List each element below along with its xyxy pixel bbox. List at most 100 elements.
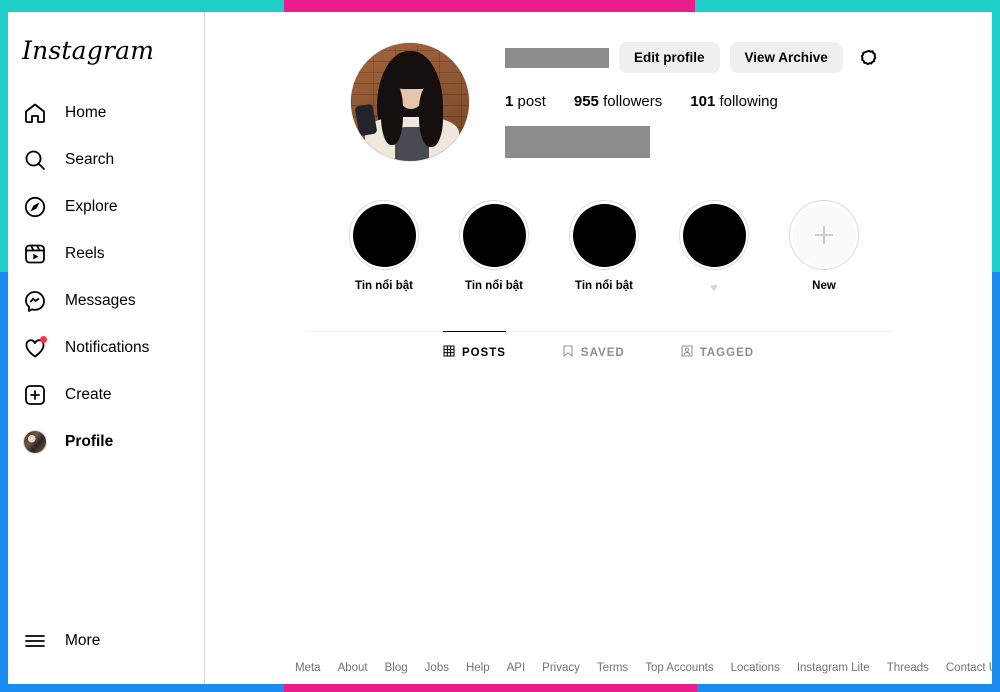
sidebar-item-explore[interactable]: Explore — [8, 183, 204, 230]
stat-followers[interactable]: 955 followers — [574, 93, 662, 110]
footer-link[interactable]: Terms — [597, 662, 628, 674]
stat-following[interactable]: 101 following — [690, 93, 778, 110]
sidebar-item-create[interactable]: Create — [8, 371, 204, 418]
tagged-icon — [681, 345, 693, 360]
sidebar-nav: Home Search Explore Reels Messages Notif… — [8, 89, 204, 617]
tab-tagged[interactable]: TAGGED — [681, 331, 754, 360]
highlight-ring — [569, 200, 639, 270]
home-icon — [22, 100, 48, 126]
footer-link[interactable]: Top Accounts — [645, 662, 713, 674]
story-highlights: Tin nổi bật Tin nổi bật Tin nổi bật ♥ Ne… — [205, 162, 992, 295]
highlight-thumbnail — [572, 203, 636, 267]
highlight-item[interactable]: Tin nổi bật — [345, 200, 423, 295]
footer-link[interactable]: About — [338, 662, 368, 674]
sidebar-more-section: More — [8, 617, 204, 684]
sidebar-item-reels[interactable]: Reels — [8, 230, 204, 277]
highlight-ring — [459, 200, 529, 270]
sidebar-item-label: More — [65, 631, 101, 649]
profile-info-column: Edit profile View Archive 1 post 955 fol… — [505, 34, 992, 162]
sidebar-item-label: Notifications — [65, 338, 150, 356]
stat-followers-value: 955 — [573, 93, 599, 110]
sidebar-item-label: Messages — [65, 291, 136, 309]
profile-tabs: POSTS SAVED TAGGED — [305, 331, 892, 360]
plus-icon — [792, 203, 856, 267]
sidebar-item-label: Reels — [65, 244, 105, 262]
profile-stats: 1 post 955 followers 101 following — [505, 93, 992, 110]
highlight-ring — [679, 200, 749, 270]
search-icon — [22, 147, 48, 173]
tab-label: TAGGED — [699, 346, 755, 359]
highlight-thumbnail — [682, 203, 746, 267]
main-content: Edit profile View Archive 1 post 955 fol… — [205, 12, 992, 684]
instagram-logo[interactable]: Instagram — [8, 12, 204, 65]
highlight-thumbnail — [352, 203, 416, 267]
highlight-item[interactable]: Tin nổi bật — [455, 200, 533, 295]
view-archive-button[interactable]: View Archive — [729, 42, 843, 73]
footer-link[interactable]: Privacy — [542, 662, 580, 674]
heart-icon — [22, 335, 48, 361]
footer-link[interactable]: Instagram Lite — [797, 662, 870, 674]
sidebar-item-notifications[interactable]: Notifications — [8, 324, 204, 371]
border-top-pink-segment — [284, 0, 695, 12]
profile-actions-row: Edit profile View Archive — [505, 42, 992, 73]
profile-avatar[interactable] — [350, 42, 470, 162]
sidebar-item-home[interactable]: Home — [8, 89, 204, 136]
tab-label: SAVED — [580, 346, 625, 359]
sidebar-item-label: Home — [65, 103, 107, 121]
highlight-item[interactable]: ♥ — [675, 200, 753, 295]
hamburger-icon — [22, 628, 48, 654]
notification-badge-dot — [40, 335, 47, 343]
highlight-add-new[interactable]: New — [785, 200, 863, 295]
border-right-blue — [992, 272, 1000, 692]
bio-redacted — [505, 126, 650, 158]
highlight-label: New — [812, 280, 836, 292]
profile-header: Edit profile View Archive 1 post 955 fol… — [205, 12, 992, 360]
profile-header-row: Edit profile View Archive 1 post 955 fol… — [205, 34, 992, 162]
highlight-label: Tin nổi bật — [355, 280, 413, 292]
stat-followers-label: followers — [603, 93, 663, 110]
sidebar-item-label: Create — [65, 385, 112, 403]
footer-link[interactable]: Jobs — [425, 662, 449, 674]
footer-link[interactable]: API — [507, 662, 526, 674]
reels-icon — [22, 241, 48, 267]
footer-link[interactable]: Locations — [731, 662, 780, 674]
messenger-icon — [22, 288, 48, 314]
gear-icon[interactable] — [857, 46, 881, 70]
highlight-item[interactable]: Tin nổi bật — [565, 200, 643, 295]
stat-following-label: following — [719, 93, 778, 110]
instagram-app: Instagram Home Search Explore Reels Mess… — [8, 12, 992, 684]
footer-link[interactable]: Meta — [295, 662, 321, 674]
sidebar-item-label: Search — [65, 150, 115, 168]
profile-avatar-column — [315, 34, 505, 162]
border-right-teal — [992, 0, 1000, 272]
avatar-icon — [22, 429, 48, 455]
tab-posts[interactable]: POSTS — [442, 331, 506, 360]
stat-posts-value: 1 — [505, 93, 514, 110]
edit-profile-button[interactable]: Edit profile — [619, 42, 720, 73]
compass-icon — [22, 194, 48, 220]
username-redacted — [505, 47, 609, 68]
footer-link[interactable]: Blog — [385, 662, 408, 674]
sidebar-item-label: Profile — [65, 432, 114, 450]
highlight-ring — [349, 200, 419, 270]
sidebar-item-messages[interactable]: Messages — [8, 277, 204, 324]
footer-link[interactable]: Threads — [887, 662, 929, 674]
highlight-label: Tin nổi bật — [575, 280, 633, 292]
avatar-hair-right — [419, 85, 443, 147]
bookmark-icon — [562, 345, 574, 360]
sidebar-item-search[interactable]: Search — [8, 136, 204, 183]
stat-following-value: 101 — [690, 93, 716, 110]
grid-icon — [443, 345, 455, 360]
sidebar-item-label: Explore — [65, 197, 118, 215]
footer-links: Meta About Blog Jobs Help API Privacy Te… — [205, 662, 992, 674]
stat-posts[interactable]: 1 post — [505, 93, 546, 110]
border-left-teal — [0, 0, 8, 272]
sidebar-item-more[interactable]: More — [8, 617, 204, 664]
sidebar: Instagram Home Search Explore Reels Mess… — [8, 12, 205, 684]
tab-saved[interactable]: SAVED — [562, 331, 625, 360]
sidebar-item-profile[interactable]: Profile — [8, 418, 204, 465]
highlight-ring — [789, 200, 859, 270]
footer-link[interactable]: Contact Uploading & Non- — [946, 662, 992, 674]
highlight-label: Tin nổi bật — [465, 280, 523, 292]
footer-link[interactable]: Help — [466, 662, 490, 674]
